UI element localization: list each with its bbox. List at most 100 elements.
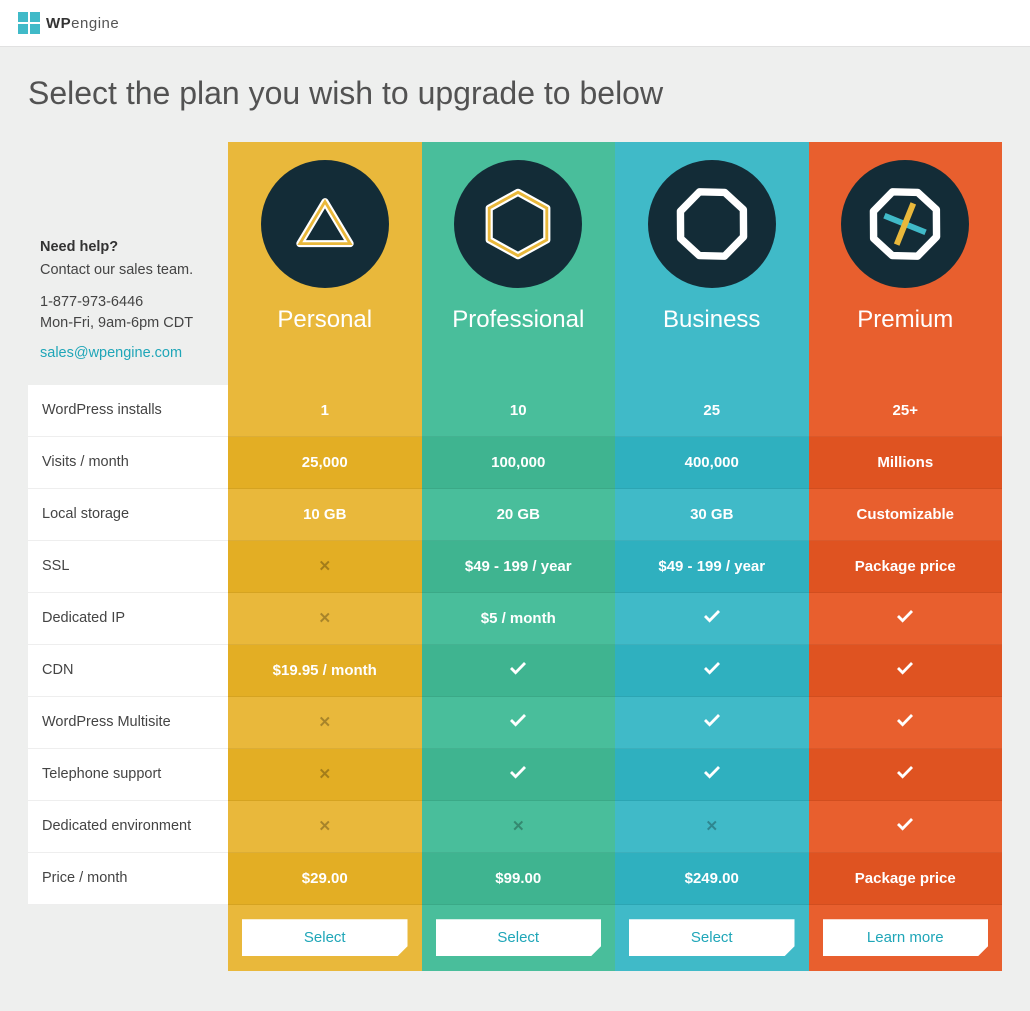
- plan-cell: $249.00: [615, 853, 809, 905]
- plan-cell: [809, 801, 1003, 853]
- plan-cta-wrap: Select: [615, 905, 809, 971]
- plan-name: Professional: [432, 306, 606, 334]
- help-subheading: Contact our sales team.: [40, 262, 193, 278]
- plan-header-business: Business: [615, 142, 809, 385]
- feature-label: SSL: [28, 541, 228, 593]
- check-icon: [897, 662, 913, 679]
- plan-name: Personal: [238, 306, 412, 334]
- plan-cell: [422, 645, 616, 697]
- plan-name: Premium: [819, 306, 993, 334]
- plan-cell: [615, 645, 809, 697]
- help-email-link[interactable]: sales@wpengine.com: [40, 343, 182, 365]
- plan-cell: 100,000: [422, 437, 616, 489]
- plan-cell: Package price: [809, 541, 1003, 593]
- plan-header-personal: Personal: [228, 142, 422, 385]
- plan-cell: $19.95 / month: [228, 645, 422, 697]
- feature-label: CDN: [28, 645, 228, 697]
- feature-label: WordPress Multisite: [28, 697, 228, 749]
- plan-cell: ✕: [228, 801, 422, 853]
- check-icon: [704, 766, 720, 783]
- x-icon: ✕: [318, 713, 331, 731]
- plan-cell: $5 / month: [422, 593, 616, 645]
- plan-badge-icon: [261, 160, 389, 288]
- check-icon: [510, 662, 526, 679]
- plan-badge-icon: [454, 160, 582, 288]
- learn-more-button[interactable]: Learn more: [823, 919, 989, 956]
- check-icon: [510, 714, 526, 731]
- x-icon: ✕: [705, 817, 718, 835]
- check-icon: [897, 714, 913, 731]
- feature-label: Local storage: [28, 489, 228, 541]
- plan-cell: $49 - 199 / year: [422, 541, 616, 593]
- x-icon: ✕: [318, 609, 331, 627]
- plan-cell: ✕: [422, 801, 616, 853]
- select-button[interactable]: Select: [436, 919, 602, 956]
- brand-logo-mark: [18, 12, 40, 34]
- plan-cell: [809, 749, 1003, 801]
- help-panel: Need help? Contact our sales team. 1-877…: [28, 142, 228, 385]
- pricing-grid: Need help? Contact our sales team. 1-877…: [28, 142, 1002, 971]
- plan-cell: $99.00: [422, 853, 616, 905]
- x-icon: ✕: [318, 817, 331, 835]
- help-hours: Mon-Fri, 9am-6pm CDT: [40, 313, 218, 335]
- check-icon: [510, 766, 526, 783]
- plan-header-premium: Premium: [809, 142, 1003, 385]
- plan-badge-icon: [841, 160, 969, 288]
- plan-cell: $49 - 199 / year: [615, 541, 809, 593]
- plan-cell: 20 GB: [422, 489, 616, 541]
- feature-label: Telephone support: [28, 749, 228, 801]
- plan-header-professional: Professional: [422, 142, 616, 385]
- plan-cell: Package price: [809, 853, 1003, 905]
- check-icon: [704, 610, 720, 627]
- plan-cell: Millions: [809, 437, 1003, 489]
- feature-label: Price / month: [28, 853, 228, 905]
- x-icon: ✕: [512, 817, 525, 835]
- feature-label: Dedicated environment: [28, 801, 228, 853]
- plan-name: Business: [625, 306, 799, 334]
- check-icon: [897, 818, 913, 835]
- page-body: Select the plan you wish to upgrade to b…: [0, 47, 1030, 1011]
- x-icon: ✕: [318, 557, 331, 575]
- plan-cell: [809, 593, 1003, 645]
- check-icon: [704, 714, 720, 731]
- plan-cell: [422, 749, 616, 801]
- plan-cell: 25,000: [228, 437, 422, 489]
- plan-badge-icon: [648, 160, 776, 288]
- check-icon: [897, 766, 913, 783]
- plan-cell: [809, 645, 1003, 697]
- page-title: Select the plan you wish to upgrade to b…: [28, 75, 1002, 112]
- plan-cta-wrap: Select: [228, 905, 422, 971]
- plan-cell: $29.00: [228, 853, 422, 905]
- feature-label: Visits / month: [28, 437, 228, 489]
- feature-label: WordPress installs: [28, 385, 228, 437]
- feature-label: Dedicated IP: [28, 593, 228, 645]
- brand-logo[interactable]: WPengine: [18, 12, 1012, 34]
- x-icon: ✕: [318, 765, 331, 783]
- plan-cell: [615, 697, 809, 749]
- plan-cta-wrap: Learn more: [809, 905, 1003, 971]
- help-phone: 1-877-973-6446: [40, 292, 218, 314]
- plan-cell: 10 GB: [228, 489, 422, 541]
- plan-cell: 1: [228, 385, 422, 437]
- select-button[interactable]: Select: [242, 919, 408, 956]
- global-header: WPengine: [0, 0, 1030, 47]
- brand-logo-text: WPengine: [46, 15, 119, 32]
- plan-cell: 25: [615, 385, 809, 437]
- plan-cell: ✕: [228, 749, 422, 801]
- plan-cell: [615, 749, 809, 801]
- plan-cell: ✕: [228, 593, 422, 645]
- plan-cell: [615, 593, 809, 645]
- check-icon: [704, 662, 720, 679]
- plan-cell: ✕: [228, 541, 422, 593]
- plan-cell: 400,000: [615, 437, 809, 489]
- plan-cell: 30 GB: [615, 489, 809, 541]
- plan-cell: [809, 697, 1003, 749]
- help-heading: Need help?: [40, 237, 218, 259]
- check-icon: [897, 610, 913, 627]
- plan-cell: ✕: [228, 697, 422, 749]
- plan-cell: 10: [422, 385, 616, 437]
- plan-cell: 25+: [809, 385, 1003, 437]
- plan-cell: ✕: [615, 801, 809, 853]
- plan-cta-wrap: Select: [422, 905, 616, 971]
- select-button[interactable]: Select: [629, 919, 795, 956]
